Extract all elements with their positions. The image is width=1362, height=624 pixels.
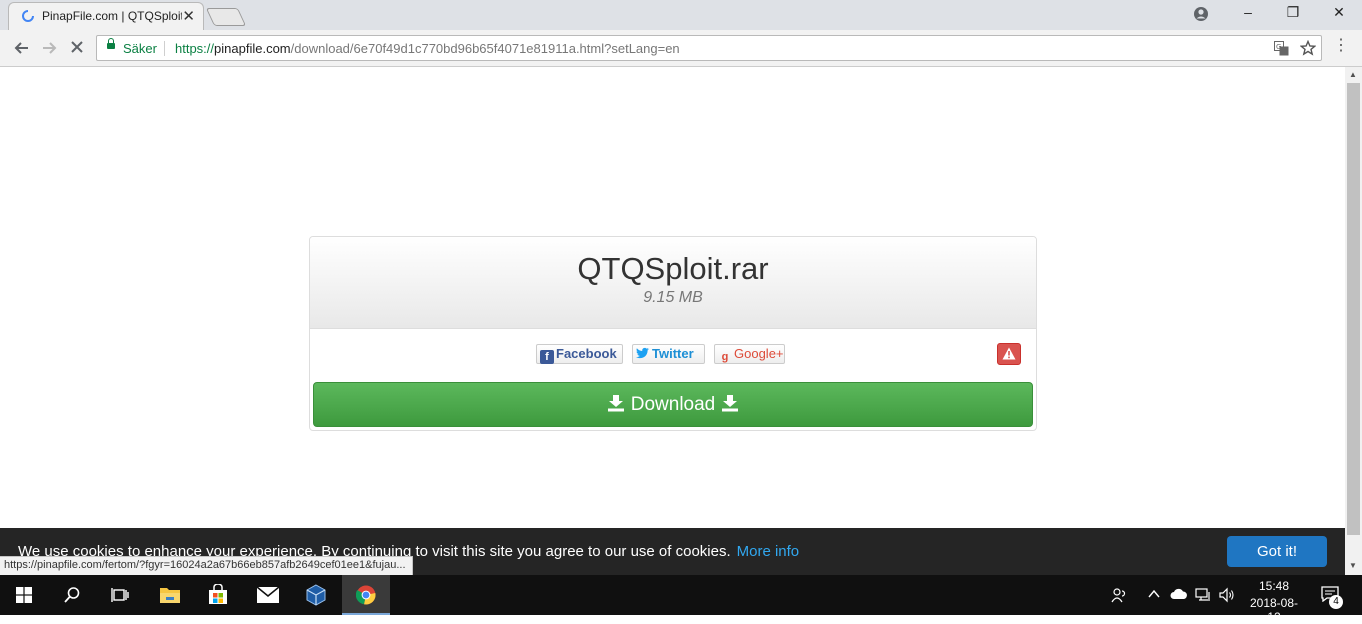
file-size: 9.15 MB [643, 289, 703, 306]
omnibox-divider [164, 41, 165, 56]
network-icon[interactable] [1195, 587, 1211, 603]
google-plus-icon: g [721, 351, 729, 363]
task-view-button[interactable] [96, 575, 144, 615]
report-button[interactable] [997, 343, 1021, 365]
scroll-thumb[interactable] [1347, 83, 1360, 535]
search-icon [64, 587, 80, 603]
scroll-up-icon[interactable]: ▲ [1349, 70, 1357, 79]
mail-button[interactable] [244, 575, 292, 615]
download-button[interactable]: Download [313, 382, 1033, 427]
translate-icon[interactable]: G [1274, 41, 1289, 56]
download-label: Download [630, 394, 716, 415]
browser-toolbar: Säker https://pinapfile.com/download/6e7… [0, 30, 1362, 67]
scroll-down-icon[interactable]: ▼ [1349, 561, 1357, 570]
download-card: QTQSploit.rar 9.15 MB f Facebook Twitter … [309, 236, 1037, 431]
accept-cookies-button[interactable]: Got it! [1227, 536, 1327, 567]
url-path: /download/6e70f49d1c770bd96b65f4071e8191… [290, 41, 680, 56]
virtualbox-button[interactable] [292, 575, 340, 615]
tab-title: PinapFile.com | QTQSploit [42, 9, 182, 23]
share-facebook-button[interactable]: f Facebook [536, 344, 623, 364]
share-google-button[interactable]: g Google+ [714, 344, 785, 364]
star-icon[interactable] [1300, 40, 1316, 56]
loading-spinner-icon [22, 10, 34, 22]
browser-tab[interactable]: PinapFile.com | QTQSploit ✕ [8, 2, 204, 30]
url-host: pinapfile.com [214, 41, 291, 56]
chrome-button[interactable] [342, 575, 390, 615]
page-scrollbar[interactable]: ▲ ▼ [1345, 67, 1362, 575]
notification-count-badge: 4 [1329, 595, 1343, 609]
back-icon[interactable] [13, 40, 29, 56]
warning-icon [1002, 347, 1016, 360]
facebook-icon: f [540, 350, 554, 364]
file-name: QTQSploit.rar [577, 251, 769, 286]
more-info-link[interactable]: More info [737, 543, 800, 560]
onedrive-icon[interactable] [1170, 588, 1188, 600]
download-icon [608, 395, 625, 412]
profile-icon[interactable] [1193, 6, 1209, 22]
share-twitter-button[interactable]: Twitter [632, 344, 705, 364]
lock-icon [107, 38, 115, 49]
maximize-button[interactable]: ❐ [1281, 4, 1305, 21]
virtualbox-icon [306, 584, 326, 606]
chevron-up-icon[interactable] [1148, 589, 1160, 599]
download-icon [721, 395, 738, 412]
stop-icon[interactable] [70, 40, 84, 54]
start-icon [16, 587, 32, 603]
task-view-icon [111, 588, 129, 602]
store-button[interactable] [194, 575, 242, 615]
share-google-label: Google+ [734, 346, 784, 361]
file-explorer-icon [160, 588, 180, 603]
start-button[interactable] [0, 575, 48, 615]
status-url-bubble: https://pinapfile.com/fertom/?fgyr=16024… [0, 556, 413, 576]
tab-strip: PinapFile.com | QTQSploit ✕ – ❐ ✕ [0, 0, 1362, 30]
file-header: QTQSploit.rar 9.15 MB [310, 237, 1036, 329]
forward-icon[interactable] [42, 40, 58, 56]
file-explorer-button[interactable] [146, 575, 194, 615]
chrome-icon [356, 585, 376, 605]
secure-label: Säker [123, 41, 157, 56]
people-icon[interactable] [1111, 587, 1127, 603]
taskbar-search-button[interactable] [48, 575, 96, 615]
minimize-button[interactable]: – [1236, 4, 1260, 20]
volume-icon[interactable] [1219, 587, 1235, 603]
mail-icon [257, 587, 279, 603]
share-twitter-label: Twitter [652, 346, 694, 361]
url-text[interactable]: https://pinapfile.com/download/6e70f49d1… [175, 41, 680, 56]
twitter-icon [636, 347, 649, 359]
new-tab-button[interactable] [205, 8, 247, 26]
share-facebook-label: Facebook [556, 346, 617, 361]
svg-text:G: G [1276, 43, 1281, 51]
menu-icon[interactable]: ⋮ [1333, 38, 1349, 54]
address-bar[interactable]: Säker https://pinapfile.com/download/6e7… [96, 35, 1322, 61]
url-scheme: https:// [175, 41, 215, 56]
store-icon [209, 584, 227, 604]
taskbar: 15:48 2018-08-12 4 [0, 575, 1362, 624]
clock-time[interactable]: 15:48 [1244, 579, 1304, 593]
close-window-button[interactable]: ✕ [1327, 4, 1351, 21]
clock-date[interactable]: 2018-08-12 [1244, 596, 1304, 624]
tab-close-icon[interactable]: ✕ [182, 7, 195, 25]
